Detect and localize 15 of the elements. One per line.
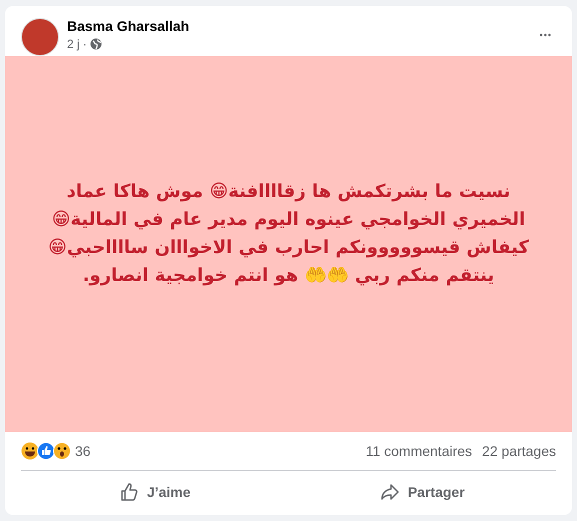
globe-icon: [90, 38, 102, 50]
reaction-icons[interactable]: [21, 442, 69, 460]
author-name[interactable]: Basma Gharsallah: [67, 18, 536, 34]
thumbs-up-icon: [118, 482, 139, 502]
avatar-circle[interactable]: [21, 18, 59, 56]
comments-count[interactable]: 11 commentaires: [366, 443, 472, 459]
shares-count[interactable]: 22 partages: [482, 443, 556, 459]
post-time[interactable]: 2 j: [67, 37, 80, 51]
post-text: نسيت ما بشرتكمش ها زقاااافنة😁 موش هاكا عماد الخميري الخوامجي عينوه اليوم مدير عام في المالية😁 كيفاش قيسووووونكم احارب في الاخوااان سااااحبي😁 ينتقم منكم ربي 🤲🤲 هو انتم خوامجية انصارو.: [47, 180, 530, 288]
reaction-count[interactable]: 36: [75, 443, 366, 459]
share-arrow-icon: [380, 482, 400, 502]
more-options-icon[interactable]: •••: [536, 26, 556, 44]
separator-dot: ·: [82, 37, 87, 51]
share-button[interactable]: Partager: [288, 473, 556, 511]
like-button[interactable]: J’aime: [21, 473, 288, 511]
